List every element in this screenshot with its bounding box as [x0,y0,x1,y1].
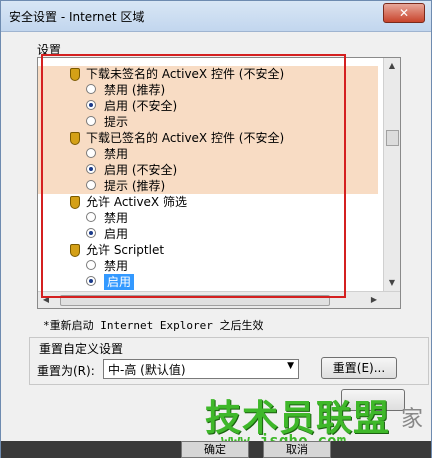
vertical-scroll-thumb[interactable] [386,130,399,146]
reset-to-label: 重置为(R): [37,364,95,378]
scroll-right-icon[interactable]: ▶ [366,292,382,308]
vertical-scrollbar[interactable]: ▲ ▼ [383,58,400,291]
close-icon: ✕ [398,6,410,20]
title-bar: 安全设置 - Internet 区域 ✕ [1,1,431,32]
scroll-up-icon[interactable]: ▲ [384,58,400,74]
ok-button[interactable]: 确定 [181,441,249,458]
close-button[interactable]: ✕ [383,3,425,23]
cancel-button[interactable]: 取消 [263,441,331,458]
reset-group-title: 重置自定义设置 [37,340,126,357]
reset-level-value: 中-高 (默认值) [108,363,186,377]
restart-note: *重新启动 Internet Explorer 之后生效 [43,319,264,332]
chevron-down-icon: ▼ [287,361,294,371]
window-title: 安全设置 - Internet 区域 [9,10,145,24]
reset-level-select[interactable]: 中-高 (默认值) ▼ [103,359,299,379]
security-settings-dialog: 安全设置 - Internet 区域 ✕ 设置 下载未签名的 ActiveX 控… [0,0,432,458]
scroll-down-icon[interactable]: ▼ [384,275,400,291]
reset-button[interactable]: 重置(E)... [321,357,397,379]
watermark-suffix: 家 [401,407,424,432]
annotation-red-box [41,54,346,298]
